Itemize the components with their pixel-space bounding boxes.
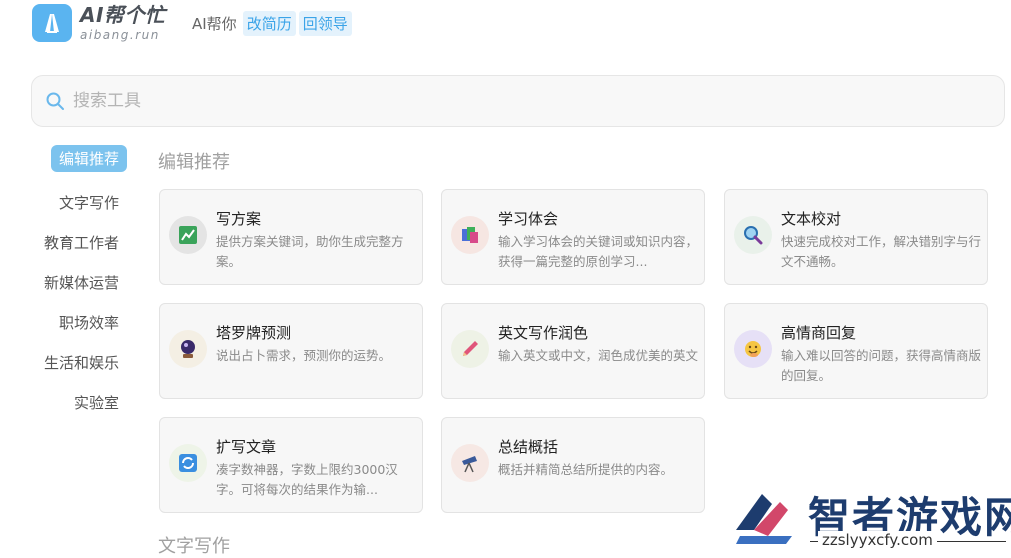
- card-desc: 概括并精简总结所提供的内容。: [498, 462, 674, 477]
- tool-card-eq-reply[interactable]: 高情商回复 输入难以回答的问题，获得高情商版的回复。: [724, 303, 988, 399]
- card-title: 总结概括: [498, 438, 559, 456]
- card-title: 扩写文章: [216, 438, 277, 456]
- logo-hands-icon: [32, 4, 72, 42]
- search-icon: [46, 92, 64, 110]
- sidebar-item-workplace[interactable]: 职场效率: [51, 309, 127, 336]
- sidebar-item-new-media[interactable]: 新媒体运营: [36, 269, 127, 296]
- card-title: 文本校对: [781, 210, 842, 228]
- books-icon: [451, 216, 489, 254]
- pen-icon: [451, 330, 489, 368]
- tool-card-summarize[interactable]: 总结概括 概括并精简总结所提供的内容。: [441, 417, 705, 513]
- card-desc: 输入学习体会的关键词或知识内容，获得一篇完整的原创学习...: [498, 234, 698, 269]
- logo-title: AI帮个忙: [80, 3, 166, 27]
- tool-card-tarot[interactable]: 塔罗牌预测 说出占卜需求，预测你的运势。: [159, 303, 423, 399]
- nav-text: AI帮你: [192, 15, 237, 33]
- card-desc: 提供方案关键词，助你生成完整方案。: [216, 234, 404, 269]
- card-desc: 快速完成校对工作，解决错别字与行文不通畅。: [781, 234, 981, 269]
- card-title: 高情商回复: [781, 324, 857, 342]
- card-title: 英文写作润色: [498, 324, 589, 342]
- refresh-icon: [169, 444, 207, 482]
- nav-chip-resume[interactable]: 改简历: [242, 11, 296, 36]
- crystal-ball-icon: [169, 330, 207, 368]
- tool-card-write-plan[interactable]: 写方案 提供方案关键词，助你生成完整方案。: [159, 189, 423, 285]
- sidebar-item-educators[interactable]: 教育工作者: [36, 229, 127, 256]
- tool-card-proofread[interactable]: 文本校对 快速完成校对工作，解决错别字与行文不通畅。: [724, 189, 988, 285]
- logo-subtitle: aibang.run: [80, 28, 160, 42]
- telescope-icon: [451, 444, 489, 482]
- chart-board-icon: [169, 216, 207, 254]
- search-input[interactable]: [71, 90, 955, 112]
- sidebar-item-writing[interactable]: 文字写作: [51, 189, 127, 216]
- tool-card-expand-article[interactable]: 扩写文章 凑字数神器，字数上限约3000汉字。可将每次的结果作为输...: [159, 417, 423, 513]
- card-title: 塔罗牌预测: [216, 324, 292, 342]
- site-watermark: 智者游戏网 zzslyyxcfy.com: [726, 486, 1011, 553]
- card-title: 写方案: [216, 210, 262, 228]
- nav-chip-reply-boss[interactable]: 回领导: [298, 11, 352, 36]
- card-desc: 凑字数神器，字数上限约3000汉字。可将每次的结果作为输...: [216, 462, 398, 497]
- card-desc: 输入英文或中文，润色成优美的英文: [498, 348, 698, 363]
- magnifier-icon: [734, 216, 772, 254]
- sidebar-item-editor-picks[interactable]: 编辑推荐: [50, 145, 127, 172]
- tool-card-study-notes[interactable]: 学习体会 输入学习体会的关键词或知识内容，获得一篇完整的原创学习...: [441, 189, 705, 285]
- watermark-url: zzslyyxcfy.com: [818, 531, 937, 549]
- site-logo[interactable]: AI帮个忙 aibang.run: [32, 4, 165, 42]
- section-title-writing: 文字写作: [158, 536, 230, 557]
- smile-face-icon: [734, 330, 772, 368]
- tool-card-english-polish[interactable]: 英文写作润色 输入英文或中文，润色成优美的英文: [441, 303, 705, 399]
- card-desc: 说出占卜需求，预测你的运势。: [216, 348, 392, 363]
- card-title: 学习体会: [498, 210, 559, 228]
- header-nav: AI帮你 改简历 回领导: [192, 11, 355, 36]
- search-bar[interactable]: [31, 75, 1005, 127]
- sidebar-item-lab[interactable]: 实验室: [66, 389, 127, 416]
- sidebar-item-life[interactable]: 生活和娱乐: [36, 349, 127, 376]
- watermark-logo-icon: [736, 494, 792, 544]
- section-title-editor-picks: 编辑推荐: [158, 152, 230, 173]
- card-desc: 输入难以回答的问题，获得高情商版的回复。: [781, 348, 981, 383]
